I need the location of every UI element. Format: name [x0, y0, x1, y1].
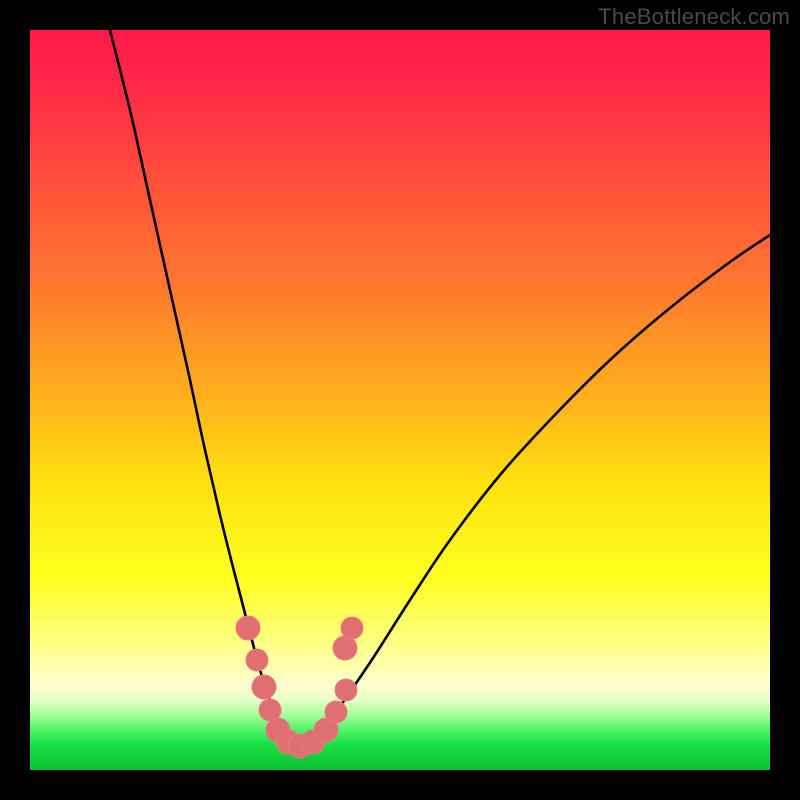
gradient-background: [30, 30, 770, 770]
curve-marker: [341, 617, 363, 639]
plot-area: [30, 30, 770, 770]
curve-marker: [325, 701, 347, 723]
curve-marker: [236, 616, 260, 640]
curve-marker: [246, 649, 268, 671]
curve-marker: [333, 636, 357, 660]
curve-marker: [252, 675, 276, 699]
chart-frame: TheBottleneck.com: [0, 0, 800, 800]
watermark-label: TheBottleneck.com: [598, 4, 790, 30]
plot-svg: [30, 30, 770, 770]
curve-marker: [335, 679, 357, 701]
